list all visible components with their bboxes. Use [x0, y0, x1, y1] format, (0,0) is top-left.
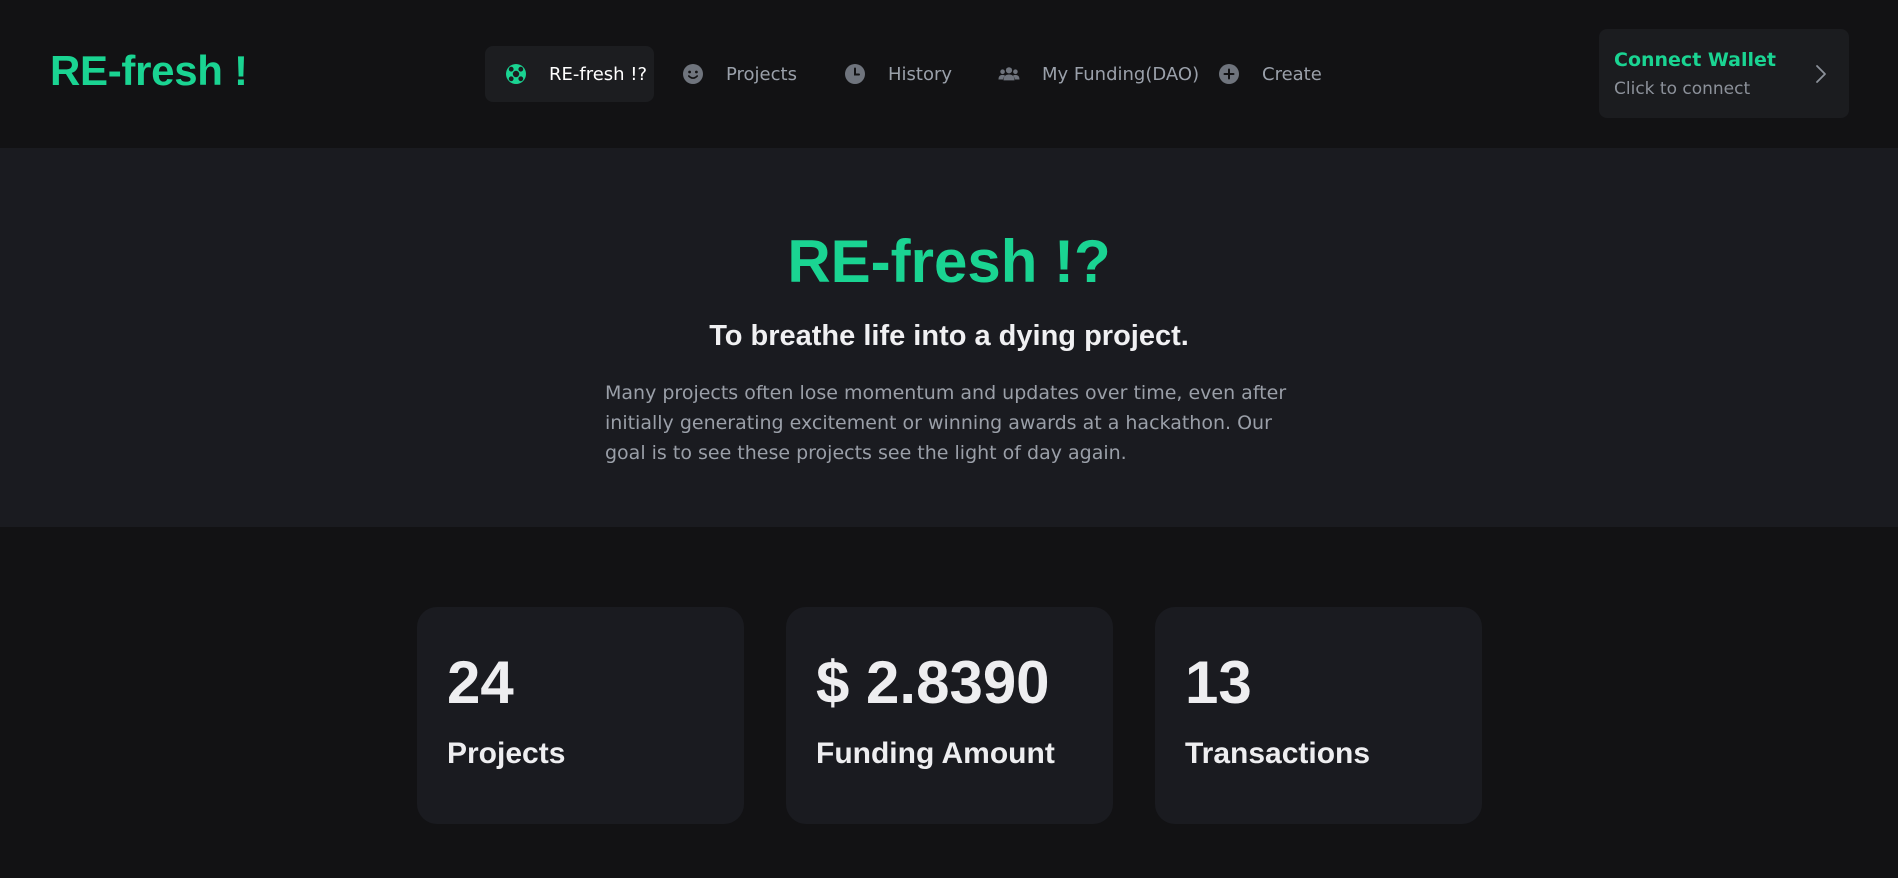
stat-label: Projects — [447, 737, 566, 770]
stat-card-transactions: 13 Transactions — [1155, 607, 1482, 824]
hero-title: RE-fresh !? — [787, 228, 1111, 295]
nav-item-label: RE-fresh !? — [549, 63, 648, 85]
app-logo[interactable]: RE-fresh ! — [50, 50, 248, 92]
users-icon — [998, 63, 1020, 85]
plus-circle-icon — [1218, 63, 1240, 85]
stat-value: 13 — [1185, 649, 1252, 716]
hero-section: RE-fresh !? To breathe life into a dying… — [0, 148, 1898, 527]
smiley-icon — [682, 63, 704, 85]
hero-description: Many projects often lose momentum and up… — [605, 382, 1287, 464]
nav-item-label: Create — [1262, 63, 1322, 85]
stat-value: $ 2.8390 — [816, 649, 1050, 716]
connect-wallet-button[interactable]: Connect Wallet Click to connect — [1599, 29, 1849, 118]
wallet-title: Connect Wallet — [1614, 49, 1776, 71]
stats-section: 24 Projects $ 2.8390 Funding Amount 13 T… — [417, 607, 1482, 824]
nav-item-history[interactable]: History — [824, 46, 968, 102]
stat-card-funding-amount: $ 2.8390 Funding Amount — [786, 607, 1113, 824]
nav-item-label: Projects — [726, 63, 797, 85]
stat-card-projects: 24 Projects — [417, 607, 744, 824]
stat-value: 24 — [447, 649, 514, 716]
top-header: RE-fresh ! RE-fresh !? Projects History … — [0, 0, 1898, 148]
clock-icon — [844, 63, 866, 85]
nav-item-create[interactable]: Create — [1198, 46, 1348, 102]
nav-item-label: History — [888, 63, 953, 85]
chevron-right-icon — [1811, 63, 1831, 85]
stat-label: Transactions — [1185, 737, 1371, 770]
wallet-subtitle: Click to connect — [1614, 79, 1751, 99]
nav-item-projects[interactable]: Projects — [662, 46, 806, 102]
nav-item-label: My Funding(DAO) — [1042, 63, 1200, 85]
nav-item-refresh[interactable]: RE-fresh !? — [485, 46, 654, 102]
stat-label: Funding Amount — [816, 737, 1055, 770]
hero-subtitle: To breathe life into a dying project. — [709, 320, 1189, 352]
nav-item-my-funding[interactable]: My Funding(DAO) — [978, 46, 1199, 102]
lifebuoy-icon — [505, 63, 527, 85]
main-nav: RE-fresh !? Projects History My Funding(… — [485, 46, 1348, 102]
